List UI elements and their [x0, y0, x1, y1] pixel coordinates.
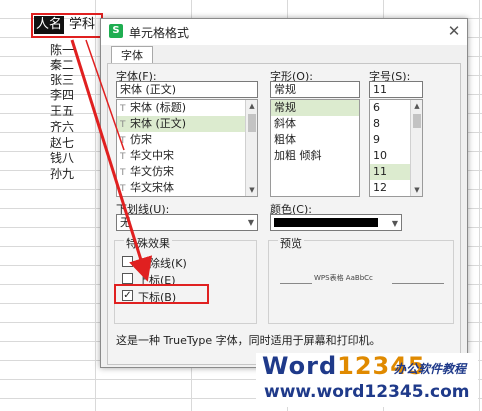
arrow-line-thin: [85, 39, 125, 151]
watermark-word: Word: [262, 352, 338, 380]
watermark-url: www.word12345.com: [264, 382, 470, 402]
arrow-line: [70, 39, 153, 282]
watermark-cn: 办公软件教程: [394, 362, 467, 376]
annotation-arrows: [70, 39, 153, 282]
